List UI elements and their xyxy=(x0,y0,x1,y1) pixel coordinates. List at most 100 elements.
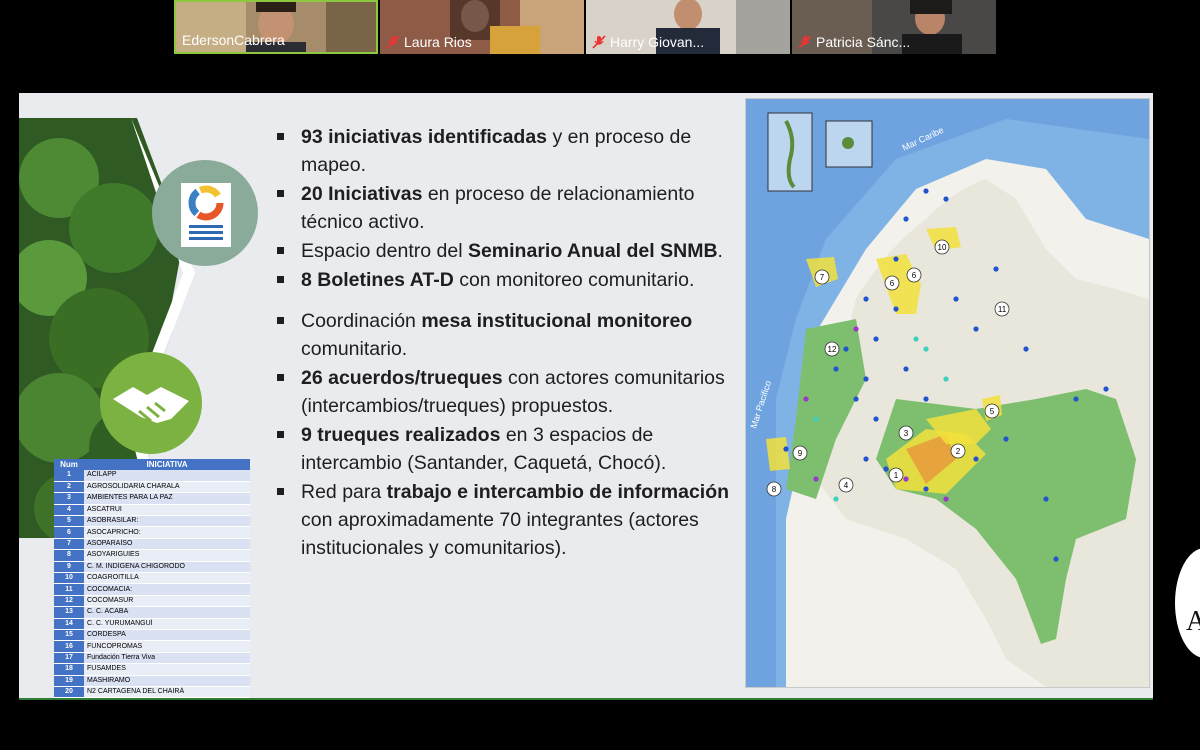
map-point xyxy=(833,366,839,372)
region-number: 8 xyxy=(772,485,777,494)
map-point xyxy=(923,346,929,352)
table-cell-initiative: Fundación Tierra Viva xyxy=(84,652,250,665)
table-row: 12 COCOMASUR xyxy=(54,595,250,608)
table-cell-num: 12 xyxy=(54,595,84,608)
map-point xyxy=(913,336,919,342)
table-cell-initiative: FUSAMDES xyxy=(84,663,250,676)
bullet-text: 8 Boletines AT-D xyxy=(301,269,454,291)
map-point xyxy=(973,456,979,462)
table-cell-initiative: COCOMACIA: xyxy=(84,583,250,596)
table-cell-initiative: ACILAPP xyxy=(84,470,250,482)
map-point xyxy=(873,336,879,342)
region-number: 6 xyxy=(912,271,917,280)
map-point xyxy=(893,306,899,312)
region-number: 5 xyxy=(990,407,995,416)
table-row: 6 ASOCAPRICHO: xyxy=(54,526,250,539)
participant-tile[interactable]: Harry Giovan... xyxy=(586,0,790,54)
region-number: 3 xyxy=(904,429,909,438)
colombia-map: Mar Caribe Mar Pacifico 10 7 6 6 11 12 5 3 2 8 9 1 4 xyxy=(745,98,1150,688)
table-cell-num: 3 xyxy=(54,492,84,505)
table-row: 4 ASCATRUI xyxy=(54,504,250,517)
table-cell-initiative: FUNCOPROMAS xyxy=(84,640,250,653)
table-row: 3 AMBIENTES PARA LA PAZ xyxy=(54,492,250,505)
table-row: 15 CORDESPA xyxy=(54,629,250,642)
table-cell-initiative: ASOCAPRICHO: xyxy=(84,526,250,539)
map-point xyxy=(923,188,929,194)
table-cell-initiative: N2 CARTAGENA DEL CHAIRÁ xyxy=(84,686,250,698)
bullet-text: con aproximadamente 70 integrantes (acto… xyxy=(301,509,699,559)
table-cell-num: 17 xyxy=(54,652,84,665)
map-point xyxy=(803,396,809,402)
table-row: 9 C. M. INDÍGENA CHIGORODÓ xyxy=(54,561,250,574)
edge-avatar xyxy=(1175,548,1200,658)
table-cell-num: 20 xyxy=(54,686,84,698)
table-cell-initiative: C. C. ACABA xyxy=(84,606,250,619)
map-point xyxy=(853,396,859,402)
map-point xyxy=(1043,496,1049,502)
region-number: 1 xyxy=(894,471,899,480)
map-point xyxy=(943,496,949,502)
table-cell-initiative: COAGROITILLA xyxy=(84,572,250,585)
region-number: 4 xyxy=(844,481,849,490)
map-point xyxy=(1023,346,1029,352)
table-row: 11 COCOMACIA: xyxy=(54,583,250,596)
participant-tile[interactable]: Patricia Sánc... xyxy=(792,0,996,54)
table-cell-num: 16 xyxy=(54,640,84,653)
map-point xyxy=(943,376,949,382)
map-point xyxy=(863,456,869,462)
region-number: 6 xyxy=(890,279,895,288)
bullet-text: 9 trueques realizados xyxy=(301,424,501,446)
table-row: 8 ASOYARIGUIES xyxy=(54,549,250,562)
table-row: 19 MASHIRAMO xyxy=(54,675,250,687)
map-point xyxy=(853,326,859,332)
table-cell-num: 1 xyxy=(54,470,84,482)
map-point xyxy=(863,296,869,302)
table-cell-num: 18 xyxy=(54,663,84,676)
map-point xyxy=(833,496,839,502)
muted-mic-icon xyxy=(592,35,606,49)
bullet-text: Seminario Anual del SNMB xyxy=(467,240,718,262)
map-point xyxy=(953,296,959,302)
map-point xyxy=(813,476,819,482)
highlight-area-6 xyxy=(766,437,790,471)
table-cell-num: 6 xyxy=(54,526,84,539)
map-point xyxy=(783,446,789,452)
participant-name: Laura Rios xyxy=(386,34,472,50)
map-point xyxy=(813,416,819,422)
bottom-bar xyxy=(0,700,1200,750)
bullet-text: mesa institucional monitoreo xyxy=(421,310,693,332)
participant-name-text: Patricia Sánc... xyxy=(816,34,911,50)
participant-name-text: Laura Rios xyxy=(404,34,472,50)
participant-name-text: Harry Giovan... xyxy=(610,34,705,50)
summary-bullet: Coordinación mesa institucional monitore… xyxy=(275,307,730,363)
participant-name-text: EdersonCabrera xyxy=(182,32,285,48)
table-row: 1 ACILAPP xyxy=(54,470,250,482)
map-point xyxy=(923,396,929,402)
island-shape-2 xyxy=(842,137,854,149)
table-header-initiative: INICIATIVA xyxy=(84,459,250,470)
table-row: 13 C. C. ACABA xyxy=(54,606,250,619)
map-point xyxy=(863,376,869,382)
table-row: 7 ASOPARAÍSO xyxy=(54,538,250,551)
map-point xyxy=(1073,396,1079,402)
map-point xyxy=(923,486,929,492)
shared-slide: 93 iniciativas identificadas y en proces… xyxy=(19,93,1153,698)
video-call-screen: EdersonCabrera Laura Rios Harry Giovan..… xyxy=(0,0,1200,750)
participant-tile[interactable]: EdersonCabrera xyxy=(174,0,378,54)
region-number: 12 xyxy=(828,345,837,354)
table-cell-initiative: ASOBRASILAR: xyxy=(84,515,250,528)
summary-bullet: Red para trabajo e intercambio de inform… xyxy=(275,478,730,562)
map-point xyxy=(873,416,879,422)
table-cell-initiative: ASCATRUI xyxy=(84,504,250,517)
table-cell-initiative: AGROSOLIDARIA CHARALA xyxy=(84,481,250,494)
bullet-text: Red para xyxy=(301,481,387,503)
table-row: 16 FUNCOPROMAS xyxy=(54,640,250,653)
table-cell-num: 14 xyxy=(54,618,84,630)
table-cell-num: 15 xyxy=(54,629,84,642)
participant-name: Harry Giovan... xyxy=(592,34,704,50)
summary-bullet: 8 Boletines AT-D con monitoreo comunitar… xyxy=(275,266,730,294)
participant-tile[interactable]: Laura Rios xyxy=(380,0,584,54)
summary-bullet: 9 trueques realizados en 3 espacios de i… xyxy=(275,421,730,477)
table-cell-initiative: MASHIRAMO xyxy=(84,675,250,687)
participant-name: Patricia Sánc... xyxy=(798,34,910,50)
